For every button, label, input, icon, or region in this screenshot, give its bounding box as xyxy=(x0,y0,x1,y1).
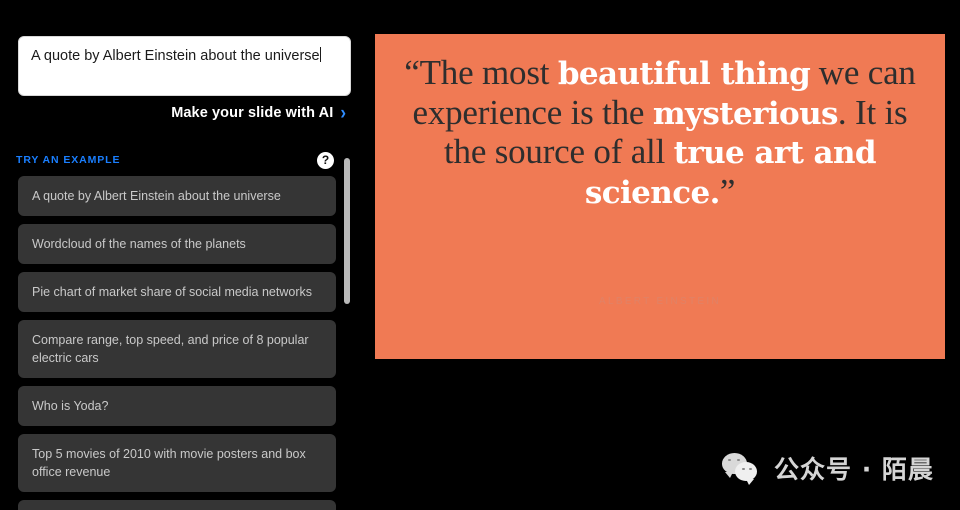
text-caret xyxy=(319,47,321,62)
quote-emphasis: true art and science. xyxy=(584,135,877,211)
example-item[interactable]: Who is Yoda? xyxy=(18,386,336,426)
make-slide-label: Make your slide with AI xyxy=(171,104,334,121)
try-an-example-heading: TRY AN EXAMPLE xyxy=(16,154,121,166)
examples-scroll-area: A quote by Albert Einstein about the uni… xyxy=(0,176,360,510)
example-item[interactable]: Wordcloud of the names of the planets xyxy=(18,224,336,264)
prompt-input[interactable]: A quote by Albert Einstein about the uni… xyxy=(18,36,351,96)
quote-emphasis: beautiful thing xyxy=(557,56,811,92)
example-item[interactable]: Pie chart of market share of social medi… xyxy=(18,272,336,312)
prompt-input-value: A quote by Albert Einstein about the uni… xyxy=(31,48,320,64)
example-item[interactable]: Compare range, top speed, and price of 8… xyxy=(18,320,336,378)
example-item-label: Who is Yoda? xyxy=(32,398,109,413)
app-root: A quote by Albert Einstein about the uni… xyxy=(0,0,960,510)
examples-list: A quote by Albert Einstein about the uni… xyxy=(18,176,336,510)
example-item-label: Compare range, top speed, and price of 8… xyxy=(32,333,309,365)
example-item[interactable]: Top 5 movies of 2010 with movie posters … xyxy=(18,434,336,492)
slide-quote-text: “The most beautiful thing we can experie… xyxy=(404,53,916,211)
quote-emphasis: mysterious xyxy=(652,95,839,132)
example-item-label: Top 5 movies of 2010 with movie posters … xyxy=(32,447,306,479)
help-icon[interactable]: ? xyxy=(317,152,334,169)
watermark: 公众号 · 陌晨 xyxy=(722,450,934,486)
left-panel: A quote by Albert Einstein about the uni… xyxy=(0,0,360,510)
example-item-label: A quote by Albert Einstein about the uni… xyxy=(32,189,281,203)
slide-attribution: ALBERT EINSTEIN xyxy=(599,296,721,307)
watermark-text: 公众号 · 陌晨 xyxy=(774,455,934,484)
examples-scrollbar-thumb[interactable] xyxy=(344,158,350,304)
example-item-label: Wordcloud of the names of the planets xyxy=(32,236,246,251)
make-slide-with-ai-button[interactable]: Make your slide with AI › xyxy=(171,101,346,124)
wechat-icon xyxy=(722,451,762,485)
example-item-label: Pie chart of market share of social medi… xyxy=(32,285,312,299)
slide-preview[interactable]: “The most beautiful thing we can experie… xyxy=(375,34,945,359)
chevron-right-icon: › xyxy=(340,101,346,124)
example-item[interactable]: A quote by Albert Einstein about the uni… xyxy=(18,176,336,216)
example-item[interactable] xyxy=(18,500,336,510)
